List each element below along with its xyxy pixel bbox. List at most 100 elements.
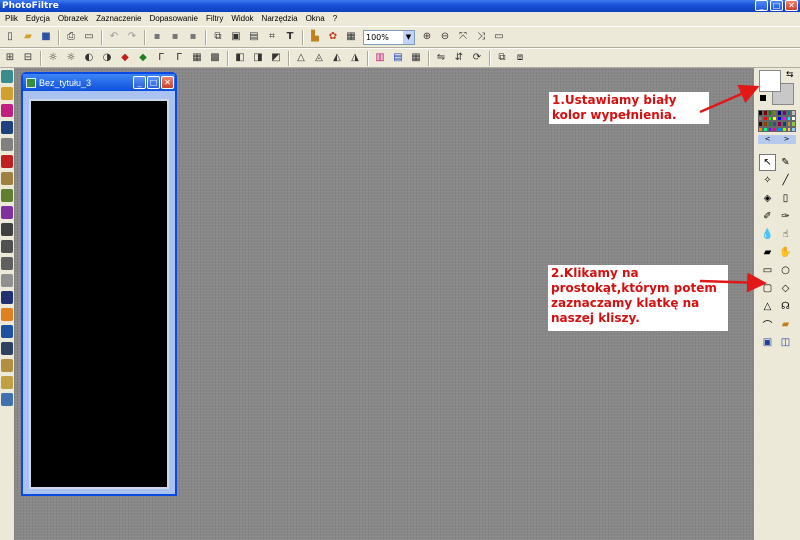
frame-icon[interactable]: ⧈ bbox=[512, 50, 528, 66]
palette-swatch[interactable] bbox=[791, 126, 796, 132]
brush-icon[interactable]: ✐ bbox=[759, 208, 776, 225]
palette-prev-button[interactable]: < bbox=[765, 135, 771, 144]
menu-selection[interactable]: Zaznaczenie bbox=[92, 12, 145, 26]
zoom-out-icon[interactable]: ⊖ bbox=[437, 29, 453, 45]
filter-icon-17[interactable] bbox=[1, 342, 13, 355]
palette-next-button[interactable]: > bbox=[784, 135, 790, 144]
brightness-plus-icon[interactable]: ☼ bbox=[45, 50, 61, 66]
close-button[interactable]: ✕ bbox=[785, 0, 798, 11]
filter-icon-5[interactable] bbox=[1, 138, 13, 151]
blur-icon[interactable]: △ bbox=[293, 50, 309, 66]
filter-icon-9[interactable] bbox=[1, 206, 13, 219]
document-window[interactable]: Bez_tytułu_3 _ □ ✕ bbox=[21, 72, 177, 496]
filter-icon-8[interactable] bbox=[1, 189, 13, 202]
copy-icon[interactable]: ▪ bbox=[167, 29, 183, 45]
doc-close-button[interactable]: ✕ bbox=[161, 76, 174, 89]
pattern-icon[interactable]: ▩ bbox=[207, 50, 223, 66]
transform-icon[interactable]: ⧉ bbox=[494, 50, 510, 66]
eraser-icon[interactable]: ✑ bbox=[777, 208, 794, 225]
auto-levels-icon[interactable]: ⊞ bbox=[2, 50, 18, 66]
save-icon[interactable]: ■ bbox=[38, 29, 54, 45]
import-icon[interactable]: ▙ bbox=[307, 29, 323, 45]
paste-new-icon[interactable]: ▣ bbox=[228, 29, 244, 45]
filter-icon-15[interactable] bbox=[1, 308, 13, 321]
gamma-plus-icon[interactable]: Γ bbox=[153, 50, 169, 66]
filter-icon-19[interactable] bbox=[1, 376, 13, 389]
channels-icon[interactable]: ▦ bbox=[408, 50, 424, 66]
fullscreen-icon[interactable]: ▭ bbox=[491, 29, 507, 45]
print-icon[interactable]: ⎙ bbox=[63, 29, 79, 45]
rectangle-icon[interactable]: ▭ bbox=[759, 262, 776, 279]
duplicate-icon[interactable]: ⧉ bbox=[210, 29, 226, 45]
doc-maximize-button[interactable]: □ bbox=[147, 76, 160, 89]
document-title-bar[interactable]: Bez_tytułu_3 _ □ ✕ bbox=[23, 74, 175, 91]
maximize-button[interactable]: □ bbox=[770, 0, 783, 11]
zoom-actual-icon[interactable]: ⤨ bbox=[473, 29, 489, 45]
scan-icon[interactable]: ▭ bbox=[81, 29, 97, 45]
menu-image[interactable]: Obrazek bbox=[54, 12, 92, 26]
line-icon[interactable]: ╱ bbox=[777, 172, 794, 189]
filter-icon-20[interactable] bbox=[1, 393, 13, 406]
menu-file[interactable]: Plik bbox=[1, 12, 22, 26]
curves-icon[interactable]: ▦ bbox=[189, 50, 205, 66]
selection-arrow-icon[interactable]: ↖ bbox=[759, 154, 776, 171]
rotate-icon[interactable]: ⟳ bbox=[469, 50, 485, 66]
invert-icon[interactable]: ◩ bbox=[268, 50, 284, 66]
ellipse-icon[interactable]: ○ bbox=[777, 262, 794, 279]
contrast-plus-icon[interactable]: ◐ bbox=[81, 50, 97, 66]
contrast-minus-icon[interactable]: ◑ bbox=[99, 50, 115, 66]
flip-horizontal-icon[interactable]: ⇋ bbox=[433, 50, 449, 66]
doc-minimize-button[interactable]: _ bbox=[133, 76, 146, 89]
rounded-rect-icon[interactable]: ▢ bbox=[759, 280, 776, 297]
blur-drop-icon[interactable]: 💧 bbox=[759, 226, 776, 243]
filter-icon-2[interactable] bbox=[1, 87, 13, 100]
image-canvas[interactable] bbox=[29, 99, 169, 489]
spray-icon[interactable]: ▯ bbox=[777, 190, 794, 207]
select-all-icon[interactable]: ▣ bbox=[759, 334, 776, 351]
zoom-select[interactable]: 100% ▼ bbox=[363, 29, 415, 45]
brightness-minus-icon[interactable]: ☼ bbox=[63, 50, 79, 66]
filter-icon-18[interactable] bbox=[1, 359, 13, 372]
color-palette-icon[interactable]: ▥ bbox=[372, 50, 388, 66]
menu-windows[interactable]: Okna bbox=[302, 12, 329, 26]
automate-icon[interactable]: ✿ bbox=[325, 29, 341, 45]
minimize-button[interactable]: _ bbox=[755, 0, 768, 11]
soften-icon[interactable]: ◭ bbox=[329, 50, 345, 66]
color-palette[interactable] bbox=[758, 110, 796, 132]
hand-icon[interactable]: ✋ bbox=[777, 244, 794, 261]
sharpen-icon[interactable]: ◬ bbox=[311, 50, 327, 66]
filter-icon-16[interactable] bbox=[1, 325, 13, 338]
foreground-color-swatch[interactable] bbox=[759, 70, 781, 92]
menu-edit[interactable]: Edycja bbox=[22, 12, 54, 26]
menu-tools[interactable]: Narzędzia bbox=[258, 12, 302, 26]
paste-icon[interactable]: ▪ bbox=[185, 29, 201, 45]
crop-icon[interactable]: ⌗ bbox=[264, 29, 280, 45]
rgb-icon[interactable]: ▤ bbox=[390, 50, 406, 66]
triangle-icon[interactable]: △ bbox=[759, 298, 776, 315]
filter-icon-1[interactable] bbox=[1, 70, 13, 83]
invert-select-icon[interactable]: ◫ bbox=[777, 334, 794, 351]
chevron-down-icon[interactable]: ▼ bbox=[403, 30, 414, 44]
redo-icon[interactable]: ↷ bbox=[124, 29, 140, 45]
filter-icon-4[interactable] bbox=[1, 121, 13, 134]
filter-icon-13[interactable] bbox=[1, 274, 13, 287]
undo-icon[interactable]: ↶ bbox=[106, 29, 122, 45]
gamma-minus-icon[interactable]: Γ bbox=[171, 50, 187, 66]
filter-icon-14[interactable] bbox=[1, 291, 13, 304]
saturation-plus-icon[interactable]: ◆ bbox=[117, 50, 133, 66]
swap-colors-icon[interactable]: ⇆ bbox=[786, 70, 794, 80]
polygon-lasso-icon[interactable]: ⌒ bbox=[759, 316, 776, 333]
zoom-in-icon[interactable]: ⊕ bbox=[419, 29, 435, 45]
diamond-icon[interactable]: ◇ bbox=[777, 280, 794, 297]
auto-contrast-icon[interactable]: ⊟ bbox=[20, 50, 36, 66]
saturation-minus-icon[interactable]: ◆ bbox=[135, 50, 151, 66]
grayscale-icon[interactable]: ◧ bbox=[232, 50, 248, 66]
filter-icon-11[interactable] bbox=[1, 240, 13, 253]
zoom-fit-icon[interactable]: ⤧ bbox=[455, 29, 471, 45]
magic-wand-icon[interactable]: ✧ bbox=[759, 172, 776, 189]
explorer-icon[interactable]: ▦ bbox=[343, 29, 359, 45]
emboss-icon[interactable]: ◮ bbox=[347, 50, 363, 66]
menu-adjust[interactable]: Dopasowanie bbox=[146, 12, 202, 26]
filter-icon-3[interactable] bbox=[1, 104, 13, 117]
lasso-icon[interactable]: ☊ bbox=[777, 298, 794, 315]
